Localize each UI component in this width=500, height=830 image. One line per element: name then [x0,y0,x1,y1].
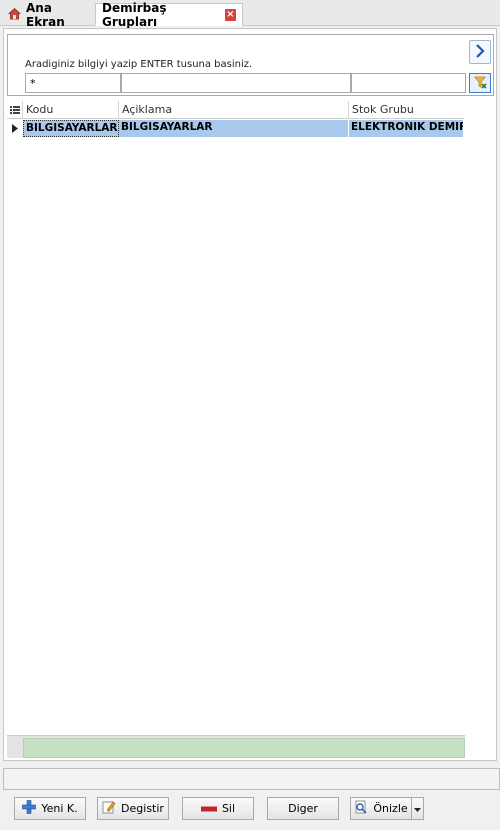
minus-icon [200,802,217,815]
button-label: Yeni K. [41,802,78,815]
search-panel: Aradiginiz bilgiyi yazip ENTER tusuna ba… [7,34,494,96]
table-row[interactable]: BILGISAYARLAR BILGISAYARLAR ELEKTRONIK D… [7,120,464,137]
main-panel: Aradiginiz bilgiyi yazip ENTER tusuna ba… [3,28,497,761]
close-icon[interactable]: × [224,8,236,21]
column-header-stok-grubu[interactable]: Stok Grubu [349,101,464,119]
button-label: Önizle [373,802,408,815]
grid-footer [7,735,465,758]
filter-clear-icon [473,75,487,92]
home-icon [7,7,22,23]
cell-kodu[interactable]: BILGISAYARLAR [23,120,119,137]
next-button[interactable] [469,40,491,64]
button-label: Degistir [121,802,164,815]
cell-aciklama[interactable]: BILGISAYARLAR [119,120,349,137]
column-chooser-icon[interactable] [7,101,23,119]
filter-aciklama-input[interactable] [121,73,351,93]
grid-summary-bar [23,738,465,758]
filter-stok-grubu-input[interactable] [351,73,466,93]
tab-ana-ekran[interactable]: Ana Ekran [2,0,94,29]
other-button[interactable]: Diger [267,797,339,820]
grid-header: Kodu Açiklama Stok Grubu [7,101,464,119]
button-label: Diger [288,802,318,815]
button-label: Sil [221,802,236,815]
tab-demirbas-gruplari[interactable]: Demirbaş Grupları × [95,0,243,29]
preview-button[interactable]: Önizle [350,797,412,820]
tab-label: Demirbaş Grupları [102,0,167,29]
edit-icon [102,800,116,817]
plus-icon [22,800,37,817]
preview-dropdown-button[interactable] [411,797,424,820]
new-record-button[interactable]: Yeni K. [14,797,86,820]
search-hint: Aradiginiz bilgiyi yazip ENTER tusuna ba… [25,59,253,70]
row-indicator-icon [7,120,23,137]
chevron-down-icon [414,802,421,815]
filter-kodu-input[interactable] [25,73,121,93]
clear-filter-button[interactable] [469,73,491,93]
edit-button[interactable]: Degistir [97,797,169,820]
preview-icon [354,800,368,817]
data-grid: Kodu Açiklama Stok Grubu BILGISAYARLAR B… [7,101,464,735]
delete-button[interactable]: Sil [182,797,254,820]
chevron-right-icon [475,43,485,61]
tab-bar: Ana Ekran Demirbaş Grupları × [0,0,500,29]
cell-stok-grubu[interactable]: ELEKTRONIK DEMIR [349,120,464,137]
column-header-kodu[interactable]: Kodu [23,101,119,119]
tab-label: Ana Ekran [26,0,65,29]
status-bar [3,768,500,790]
column-header-aciklama[interactable]: Açiklama [119,101,349,119]
